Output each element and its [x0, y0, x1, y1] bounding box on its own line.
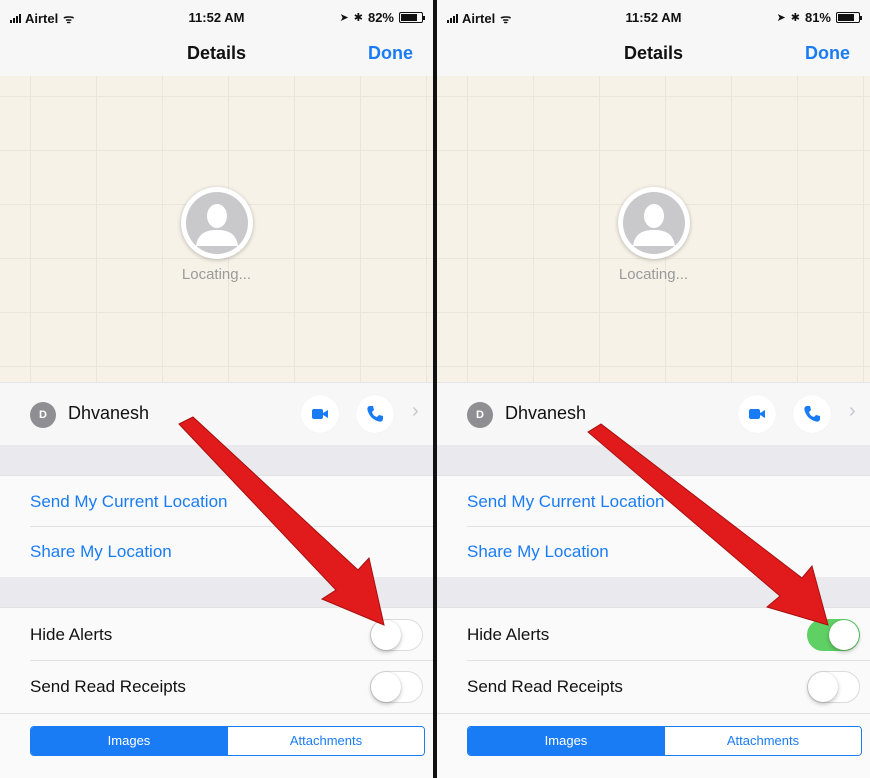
person-silhouette-icon — [622, 192, 685, 254]
chevron-right-icon[interactable]: › — [412, 400, 419, 423]
location-icon: ➤ — [776, 12, 786, 24]
segment-attachments[interactable]: Attachments — [664, 727, 861, 755]
toggle-knob — [371, 672, 401, 702]
battery-icon — [836, 12, 862, 23]
bluetooth-icon: ✱ — [353, 12, 363, 24]
status-indicators: ➤ ✱ 82% — [339, 10, 425, 25]
call-button[interactable] — [793, 395, 831, 433]
images-attachments-segmented-control: Images Attachments — [30, 726, 425, 756]
read-receipts-row: Send Read Receipts — [0, 660, 433, 713]
contact-avatar — [180, 187, 253, 259]
share-location-row[interactable]: Share My Location — [0, 526, 433, 577]
battery-percent: 82% — [367, 10, 394, 25]
segment-attachments[interactable]: Attachments — [227, 727, 424, 755]
section-gap — [0, 445, 433, 475]
segment-images[interactable]: Images — [31, 727, 227, 755]
segment-area: Images Attachments — [437, 713, 870, 778]
contact-initial-badge: D — [467, 402, 493, 428]
person-silhouette-icon — [185, 192, 248, 254]
battery-level-fill — [401, 14, 418, 21]
contact-row[interactable]: D Dhvanesh › — [0, 382, 433, 445]
segment-area: Images Attachments — [0, 713, 433, 778]
facetime-video-button[interactable] — [738, 395, 776, 433]
share-location-link[interactable]: Share My Location — [467, 542, 609, 562]
video-camera-icon — [749, 409, 765, 419]
segment-images[interactable]: Images — [468, 727, 664, 755]
send-current-location-link[interactable]: Send My Current Location — [30, 492, 228, 512]
share-location-row[interactable]: Share My Location — [437, 526, 870, 577]
toggle-knob — [829, 620, 859, 650]
images-attachments-segmented-control: Images Attachments — [467, 726, 862, 756]
details-panel-after: Airtel ᯤ 11:52 AM ➤ ✱ 81% Details Done L… — [437, 0, 870, 778]
locating-label: Locating... — [181, 266, 252, 283]
phone-icon — [804, 406, 820, 422]
battery-level-fill — [838, 14, 855, 21]
share-location-link[interactable]: Share My Location — [30, 542, 172, 562]
section-gap — [437, 577, 870, 607]
read-receipts-row: Send Read Receipts — [437, 660, 870, 713]
hide-alerts-label: Hide Alerts — [467, 625, 550, 644]
status-indicators: ➤ ✱ 81% — [776, 10, 862, 25]
locating-label: Locating... — [618, 266, 689, 283]
send-current-location-row[interactable]: Send My Current Location — [0, 475, 433, 526]
contact-name: Dhvanesh — [505, 403, 587, 423]
hide-alerts-row: Hide Alerts — [437, 607, 870, 660]
contact-initial-badge: D — [30, 402, 56, 428]
hide-alerts-row: Hide Alerts — [0, 607, 433, 660]
battery-icon — [399, 12, 425, 23]
facetime-video-button[interactable] — [301, 395, 339, 433]
section-gap — [437, 445, 870, 475]
details-panel-before: Airtel ᯤ 11:52 AM ➤ ✱ 82% Details Done L… — [0, 0, 433, 778]
location-map[interactable]: Locating... — [437, 76, 870, 382]
send-current-location-link[interactable]: Send My Current Location — [467, 492, 665, 512]
video-camera-icon — [312, 409, 328, 419]
send-current-location-row[interactable]: Send My Current Location — [437, 475, 870, 526]
call-button[interactable] — [356, 395, 394, 433]
chevron-right-icon[interactable]: › — [849, 400, 856, 423]
bluetooth-icon: ✱ — [790, 12, 800, 24]
hide-alerts-label: Hide Alerts — [30, 625, 113, 644]
navigation-bar: Details Done — [0, 32, 433, 76]
contact-avatar — [617, 187, 690, 259]
status-bar: Airtel ᯤ 11:52 AM ➤ ✱ 81% — [437, 0, 870, 32]
read-receipts-toggle[interactable] — [370, 671, 423, 703]
location-map[interactable]: Locating... — [0, 76, 433, 382]
contact-row[interactable]: D Dhvanesh › — [437, 382, 870, 445]
contact-name: Dhvanesh — [68, 403, 150, 423]
toggle-knob — [808, 672, 838, 702]
status-bar: Airtel ᯤ 11:52 AM ➤ ✱ 82% — [0, 0, 433, 32]
done-button[interactable]: Done — [805, 43, 850, 64]
read-receipts-label: Send Read Receipts — [467, 677, 623, 696]
navigation-bar: Details Done — [437, 32, 870, 76]
toggle-knob — [371, 620, 401, 650]
done-button[interactable]: Done — [368, 43, 413, 64]
battery-percent: 81% — [804, 10, 831, 25]
read-receipts-toggle[interactable] — [807, 671, 860, 703]
section-gap — [0, 577, 433, 607]
location-icon: ➤ — [339, 12, 349, 24]
hide-alerts-toggle[interactable] — [807, 619, 860, 651]
read-receipts-label: Send Read Receipts — [30, 677, 186, 696]
phone-icon — [367, 406, 383, 422]
hide-alerts-toggle[interactable] — [370, 619, 423, 651]
